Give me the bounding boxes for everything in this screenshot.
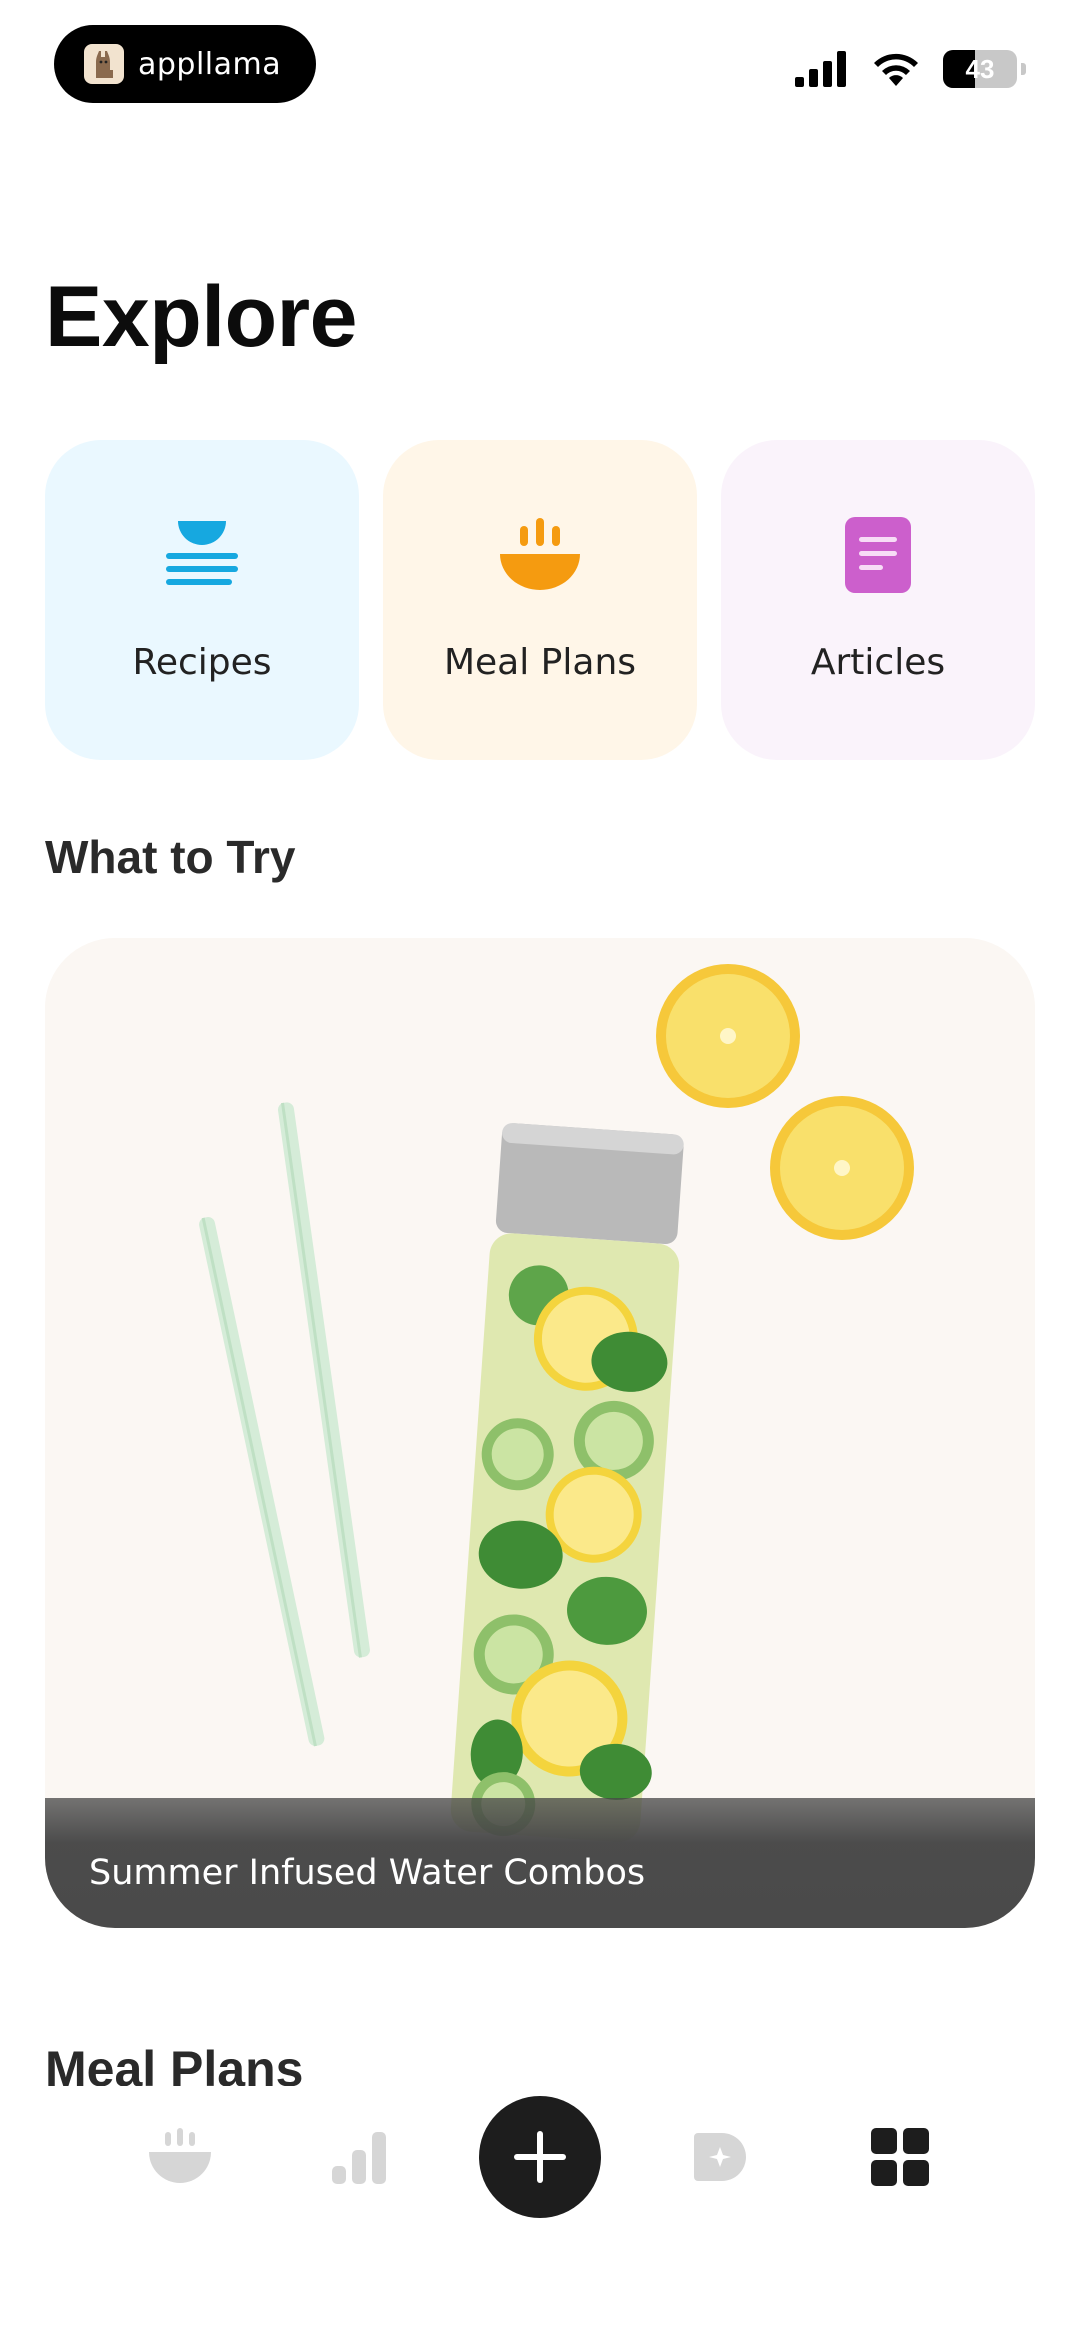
- category-label: Meal Plans: [443, 642, 637, 683]
- app-badge-text: appllama: [138, 46, 282, 82]
- category-articles[interactable]: Articles: [721, 440, 1035, 760]
- category-label: Recipes: [132, 642, 272, 683]
- llama-logo-icon: [84, 44, 124, 84]
- battery-cap: [1021, 63, 1026, 75]
- category-label: Articles: [810, 642, 946, 683]
- featured-card[interactable]: Summer Infused Water Combos: [45, 938, 1035, 1928]
- app-badge[interactable]: appllama: [54, 25, 316, 103]
- bowl-lines-icon: [157, 510, 247, 600]
- add-icon: [514, 2131, 566, 2183]
- grid-icon: [871, 2128, 929, 2186]
- document-icon: [833, 510, 923, 600]
- tab-progress[interactable]: [299, 2096, 421, 2218]
- category-meal-plans[interactable]: Meal Plans: [383, 440, 697, 760]
- bottom-tab-bar: [0, 2086, 1080, 2337]
- wifi-icon: [874, 53, 918, 86]
- add-button[interactable]: [479, 2096, 601, 2218]
- section-heading-meal-plans: Meal Plans: [45, 2041, 304, 2086]
- steaming-bowl-icon: [495, 510, 585, 600]
- signal-icon: [795, 51, 846, 87]
- featured-caption-bar: Summer Infused Water Combos: [45, 1798, 1035, 1928]
- bar-chart-icon: [332, 2132, 386, 2184]
- category-recipes[interactable]: Recipes: [45, 440, 359, 760]
- section-heading-what-to-try: What to Try: [45, 831, 296, 883]
- battery-indicator: 43: [943, 50, 1017, 88]
- section-heading-meal-plans-wrapper: Meal Plans: [45, 2040, 445, 2086]
- battery-level: 43: [965, 53, 995, 84]
- category-tiles: Recipes Meal Plans Articles: [45, 440, 1035, 760]
- tab-explore[interactable]: [839, 2096, 961, 2218]
- tab-deals[interactable]: [659, 2096, 781, 2218]
- bowl-icon: [149, 2128, 211, 2183]
- tab-bowl[interactable]: [119, 2096, 241, 2218]
- page-title: Explore: [45, 269, 357, 365]
- featured-title: Summer Infused Water Combos: [89, 1853, 646, 1893]
- infused-water-photo: [45, 938, 1035, 1928]
- tag-sparkle-icon: [694, 2133, 746, 2181]
- status-icons: 43: [795, 50, 1026, 88]
